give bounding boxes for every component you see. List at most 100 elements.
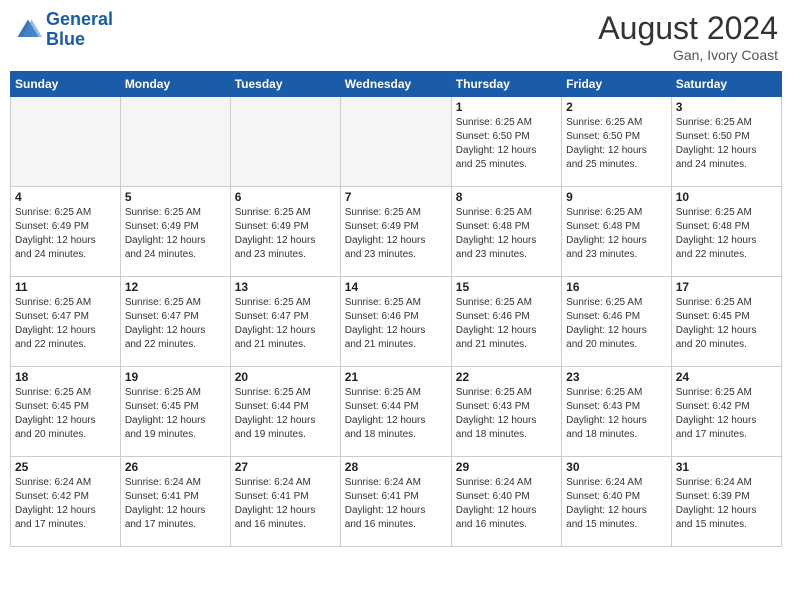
calendar-cell: 11Sunrise: 6:25 AMSunset: 6:47 PMDayligh…	[11, 277, 121, 367]
calendar-cell: 24 Sunrise: 6:25 AMSunset: 6:42 PMDayligh…	[671, 367, 781, 457]
day-info: Sunrise: 6:25 AMSunset: 6:46 PMDaylight:…	[456, 296, 557, 352]
day-info: Sunrise: 6:25 AMSunset: 6:50 PMDaylight:…	[456, 116, 557, 172]
day-info: Sunrise: 6:25 AMSunset: 6:49 PMDaylight:…	[345, 206, 447, 262]
calendar-cell: 3 Sunrise: 6:25 AMSunset: 6:50 PMDaylight…	[671, 97, 781, 187]
calendar-cell: 22Sunrise: 6:25 AMSunset: 6:43 PMDayligh…	[451, 367, 561, 457]
day-number: 2	[566, 100, 667, 114]
day-info: Sunrise: 6:25 AMSunset: 6:42 PMDaylight:…	[676, 386, 777, 442]
calendar-cell	[120, 97, 230, 187]
calendar-cell: 18 Sunrise: 6:25 AMSunset: 6:45 PMDayligh…	[11, 367, 121, 457]
day-number: 1	[456, 100, 557, 114]
calendar-week-row: 4 Sunrise: 6:25 AMSunset: 6:49 PMDaylight…	[11, 187, 782, 277]
calendar-cell: 21Sunrise: 6:25 AMSunset: 6:44 PMDayligh…	[340, 367, 451, 457]
day-info: Sunrise: 6:25 AMSunset: 6:47 PMDaylight:…	[235, 296, 336, 352]
calendar-cell: 6 Sunrise: 6:25 AMSunset: 6:49 PMDaylight…	[230, 187, 340, 277]
day-number: 5	[125, 190, 226, 204]
day-number: 12	[125, 280, 226, 294]
calendar-cell: 5 Sunrise: 6:25 AMSunset: 6:49 PMDaylight…	[120, 187, 230, 277]
day-number: 17	[676, 280, 777, 294]
location: Gan, Ivory Coast	[598, 47, 778, 63]
weekday-header-tuesday: Tuesday	[230, 72, 340, 97]
page-header: General Blue August 2024 Gan, Ivory Coas…	[10, 10, 782, 63]
day-number: 11	[15, 280, 116, 294]
calendar-cell: 9 Sunrise: 6:25 AMSunset: 6:48 PMDaylight…	[562, 187, 672, 277]
day-number: 19	[125, 370, 226, 384]
weekday-header-wednesday: Wednesday	[340, 72, 451, 97]
weekday-header-thursday: Thursday	[451, 72, 561, 97]
calendar-cell: 17 Sunrise: 6:25 AMSunset: 6:45 PMDayligh…	[671, 277, 781, 367]
calendar-cell: 16 Sunrise: 6:25 AMSunset: 6:46 PMDayligh…	[562, 277, 672, 367]
calendar-cell: 15 Sunrise: 6:25 AMSunset: 6:46 PMDayligh…	[451, 277, 561, 367]
day-number: 13	[235, 280, 336, 294]
weekday-header-monday: Monday	[120, 72, 230, 97]
day-number: 20	[235, 370, 336, 384]
calendar-cell: 25Sunrise: 6:24 AMSunset: 6:42 PMDayligh…	[11, 457, 121, 547]
day-number: 31	[676, 460, 777, 474]
day-number: 21	[345, 370, 447, 384]
day-info: Sunrise: 6:25 AMSunset: 6:47 PMDaylight:…	[125, 296, 226, 352]
calendar-cell: 2 Sunrise: 6:25 AMSunset: 6:50 PMDaylight…	[562, 97, 672, 187]
day-info: Sunrise: 6:25 AMSunset: 6:43 PMDaylight:…	[566, 386, 667, 442]
day-number: 26	[125, 460, 226, 474]
day-info: Sunrise: 6:25 AMSunset: 6:50 PMDaylight:…	[566, 116, 667, 172]
calendar-week-row: 11 Sunrise: 6:25 AMSunset: 6:47 PMDayligh…	[11, 277, 782, 367]
calendar-cell: 27 Sunrise: 6:24 AMSunset: 6:41 PMDayligh…	[230, 457, 340, 547]
calendar-cell: 12 Sunrise: 6:25 AMSunset: 6:47 PMDayligh…	[120, 277, 230, 367]
calendar-cell: 20 Sunrise: 6:25 AMSunset: 6:44 PMDayligh…	[230, 367, 340, 457]
day-number: 3	[676, 100, 777, 114]
day-info: Sunrise: 6:24 AMSunset: 6:41 PMDaylight:…	[345, 476, 447, 532]
day-info: Sunrise: 6:25 AMSunset: 6:45 PMDaylight:…	[125, 386, 226, 442]
calendar-week-row: 25Sunrise: 6:24 AMSunset: 6:42 PMDayligh…	[11, 457, 782, 547]
day-info: Sunrise: 6:25 AMSunset: 6:46 PMDaylight:…	[566, 296, 667, 352]
logo-icon	[14, 16, 42, 44]
day-number: 6	[235, 190, 336, 204]
calendar-cell: 13 Sunrise: 6:25 AMSunset: 6:47 PMDayligh…	[230, 277, 340, 367]
day-number: 25	[15, 460, 116, 474]
calendar-cell: 19 Sunrise: 6:25 AMSunset: 6:45 PMDayligh…	[120, 367, 230, 457]
day-info: Sunrise: 6:25 AMSunset: 6:45 PMDaylight:…	[676, 296, 777, 352]
day-number: 22	[456, 370, 557, 384]
calendar-week-row: 1 Sunrise: 6:25 AMSunset: 6:50 PMDaylight…	[11, 97, 782, 187]
day-info: Sunrise: 6:25 AMSunset: 6:49 PMDaylight:…	[125, 206, 226, 262]
weekday-header-sunday: Sunday	[11, 72, 121, 97]
day-number: 8	[456, 190, 557, 204]
day-info: Sunrise: 6:25 AMSunset: 6:48 PMDaylight:…	[566, 206, 667, 262]
day-number: 23	[566, 370, 667, 384]
day-number: 9	[566, 190, 667, 204]
day-info: Sunrise: 6:24 AMSunset: 6:41 PMDaylight:…	[235, 476, 336, 532]
day-number: 18	[15, 370, 116, 384]
calendar-cell: 30Sunrise: 6:24 AMSunset: 6:40 PMDayligh…	[562, 457, 672, 547]
calendar-cell: 7Sunrise: 6:25 AMSunset: 6:49 PMDaylight…	[340, 187, 451, 277]
day-number: 10	[676, 190, 777, 204]
logo-line2: Blue	[46, 29, 85, 49]
day-number: 16	[566, 280, 667, 294]
calendar-cell: 26Sunrise: 6:24 AMSunset: 6:41 PMDayligh…	[120, 457, 230, 547]
day-number: 29	[456, 460, 557, 474]
day-info: Sunrise: 6:25 AMSunset: 6:45 PMDaylight:…	[15, 386, 116, 442]
title-block: August 2024 Gan, Ivory Coast	[598, 10, 778, 63]
day-info: Sunrise: 6:25 AMSunset: 6:49 PMDaylight:…	[235, 206, 336, 262]
day-info: Sunrise: 6:24 AMSunset: 6:39 PMDaylight:…	[676, 476, 777, 532]
day-number: 14	[345, 280, 447, 294]
day-number: 15	[456, 280, 557, 294]
calendar-cell	[340, 97, 451, 187]
calendar-cell: 23 Sunrise: 6:25 AMSunset: 6:43 PMDayligh…	[562, 367, 672, 457]
day-number: 4	[15, 190, 116, 204]
day-info: Sunrise: 6:25 AMSunset: 6:44 PMDaylight:…	[235, 386, 336, 442]
day-info: Sunrise: 6:25 AMSunset: 6:49 PMDaylight:…	[15, 206, 116, 262]
weekday-header-saturday: Saturday	[671, 72, 781, 97]
logo: General Blue	[14, 10, 113, 50]
calendar-cell: 4 Sunrise: 6:25 AMSunset: 6:49 PMDaylight…	[11, 187, 121, 277]
day-info: Sunrise: 6:24 AMSunset: 6:40 PMDaylight:…	[456, 476, 557, 532]
calendar-cell: 1 Sunrise: 6:25 AMSunset: 6:50 PMDaylight…	[451, 97, 561, 187]
day-number: 24	[676, 370, 777, 384]
logo-text: General Blue	[46, 10, 113, 50]
calendar-cell: 10 Sunrise: 6:25 AMSunset: 6:48 PMDayligh…	[671, 187, 781, 277]
calendar-cell	[11, 97, 121, 187]
day-info: Sunrise: 6:25 AMSunset: 6:48 PMDaylight:…	[676, 206, 777, 262]
day-info: Sunrise: 6:25 AMSunset: 6:50 PMDaylight:…	[676, 116, 777, 172]
day-number: 28	[345, 460, 447, 474]
calendar-cell	[230, 97, 340, 187]
weekday-header-row: SundayMondayTuesdayWednesdayThursdayFrid…	[11, 72, 782, 97]
day-number: 27	[235, 460, 336, 474]
